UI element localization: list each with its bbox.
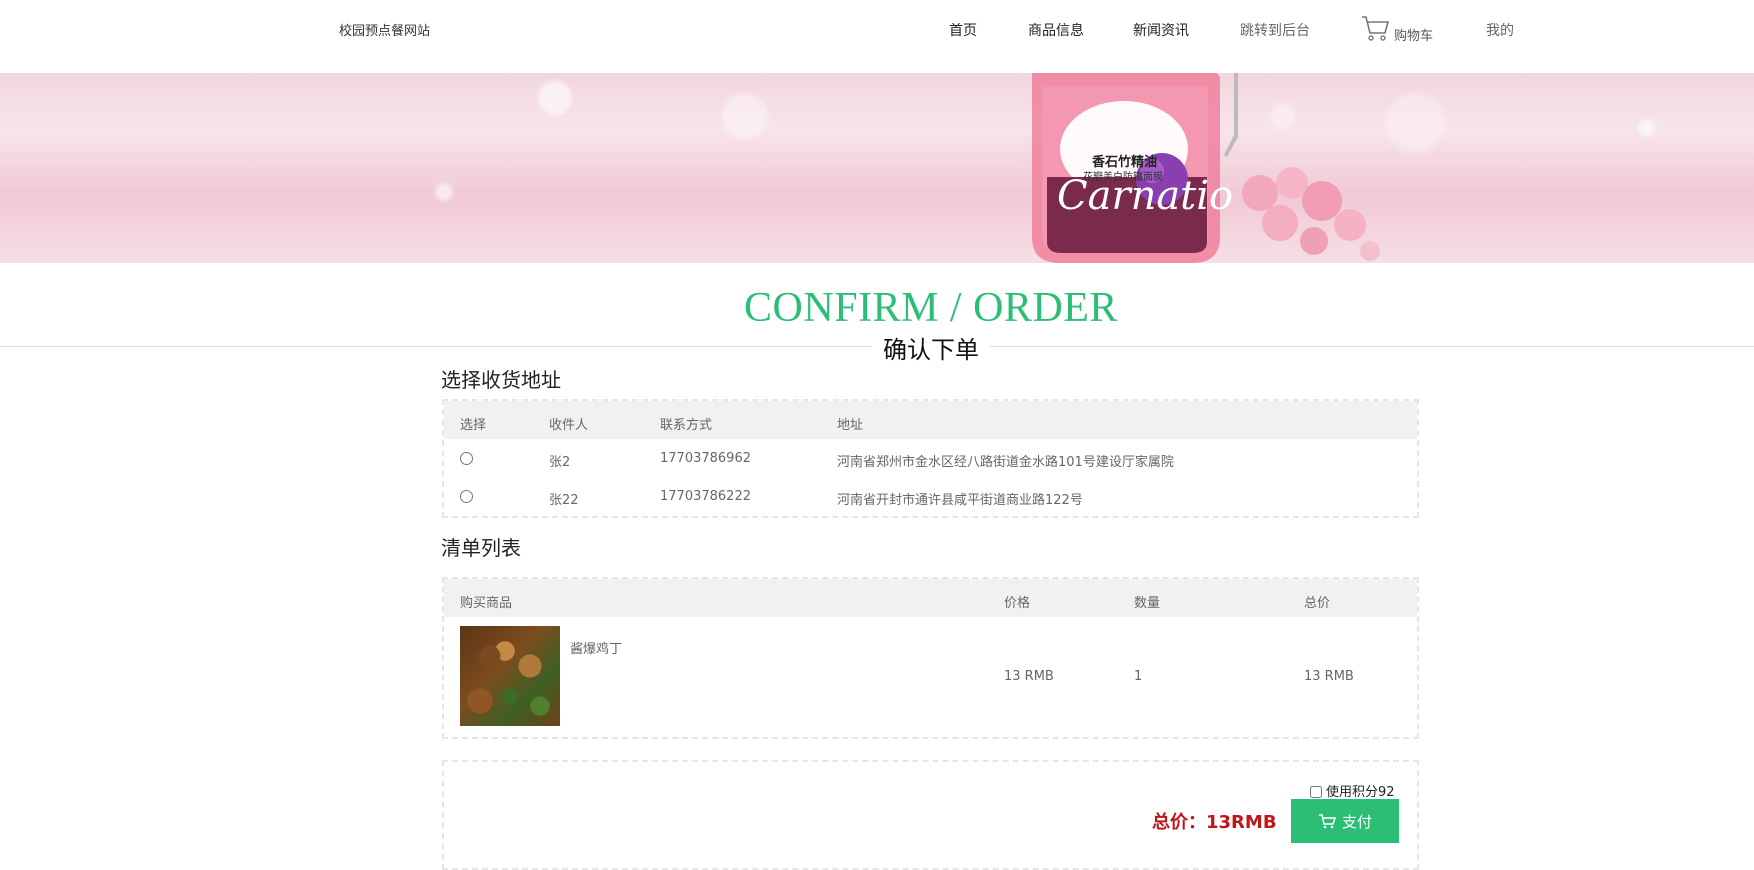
recipient-name: 张22 <box>549 493 579 508</box>
product-qty: 1 <box>1134 669 1143 684</box>
use-points-option[interactable]: 使用积分92 <box>1310 781 1395 800</box>
page-title-en: CONFIRM / ORDER <box>744 285 1118 331</box>
col-qty: 数量 <box>1134 596 1161 611</box>
col-phone: 联系方式 <box>660 418 713 433</box>
recipient-address: 河南省郑州市金水区经八路街道金水路101号建设厅家属院 <box>837 455 1174 470</box>
recipient-phone: 17703786222 <box>660 489 751 504</box>
page-title-cn: 确认下单 <box>883 336 979 364</box>
col-select: 选择 <box>460 418 487 433</box>
order-list-heading: 清单列表 <box>441 536 521 560</box>
pay-button[interactable]: 支付 <box>1291 799 1399 843</box>
col-recipient: 收件人 <box>549 418 589 433</box>
order-total: 总价：13RMB <box>1152 812 1277 833</box>
product-thumbnail[interactable] <box>460 626 560 726</box>
address-table-header: 选择 收件人 联系方式 地址 <box>444 401 1417 439</box>
product-total: 13 RMB <box>1304 669 1354 684</box>
address-heading: 选择收货地址 <box>441 368 561 392</box>
jar-script-text: Carnatio <box>1057 173 1234 219</box>
order-table: 购买商品 价格 数量 总价 酱爆鸡丁 13 RMB 1 13 RMB <box>442 577 1419 739</box>
cart-icon <box>1362 16 1390 41</box>
cart-icon <box>1318 814 1337 829</box>
nav-mine[interactable]: 我的 <box>1486 20 1514 40</box>
order-table-header: 购买商品 价格 数量 总价 <box>444 579 1417 617</box>
recipient-name: 张2 <box>549 455 571 470</box>
nav-products[interactable]: 商品信息 <box>1028 20 1084 40</box>
top-header: 校园预点餐网站 首页 商品信息 新闻资讯 跳转到后台 我的 购物车 <box>0 0 1754 73</box>
address-table: 选择 收件人 联系方式 地址 张2 17703786962 河南省郑州市金水区经… <box>442 399 1419 518</box>
main-nav: 首页 商品信息 新闻资讯 跳转到后台 我的 <box>0 20 1754 44</box>
use-points-label: 使用积分92 <box>1326 785 1395 800</box>
recipient-phone: 17703786962 <box>660 451 751 466</box>
hero-banner: 香石竹精油 花瓣美白防辐面膜 Carnatio <box>0 73 1754 263</box>
col-total: 总价 <box>1304 596 1331 611</box>
address-radio-0[interactable] <box>460 452 473 465</box>
nav-admin[interactable]: 跳转到后台 <box>1240 20 1310 40</box>
nav-news[interactable]: 新闻资讯 <box>1133 20 1189 40</box>
nav-home[interactable]: 首页 <box>949 20 977 40</box>
roses-image <box>1242 167 1380 261</box>
cart-label: 购物车 <box>1394 29 1434 44</box>
recipient-address: 河南省开封市通许县咸平街道商业路122号 <box>837 493 1083 508</box>
product-name[interactable]: 酱爆鸡丁 <box>570 638 622 657</box>
col-address: 地址 <box>837 418 864 433</box>
col-price: 价格 <box>1004 596 1031 611</box>
use-points-checkbox[interactable] <box>1310 786 1322 798</box>
product-price: 13 RMB <box>1004 669 1054 684</box>
col-product: 购买商品 <box>460 596 513 611</box>
pay-button-label: 支付 <box>1341 812 1372 831</box>
address-radio-1[interactable] <box>460 490 473 503</box>
